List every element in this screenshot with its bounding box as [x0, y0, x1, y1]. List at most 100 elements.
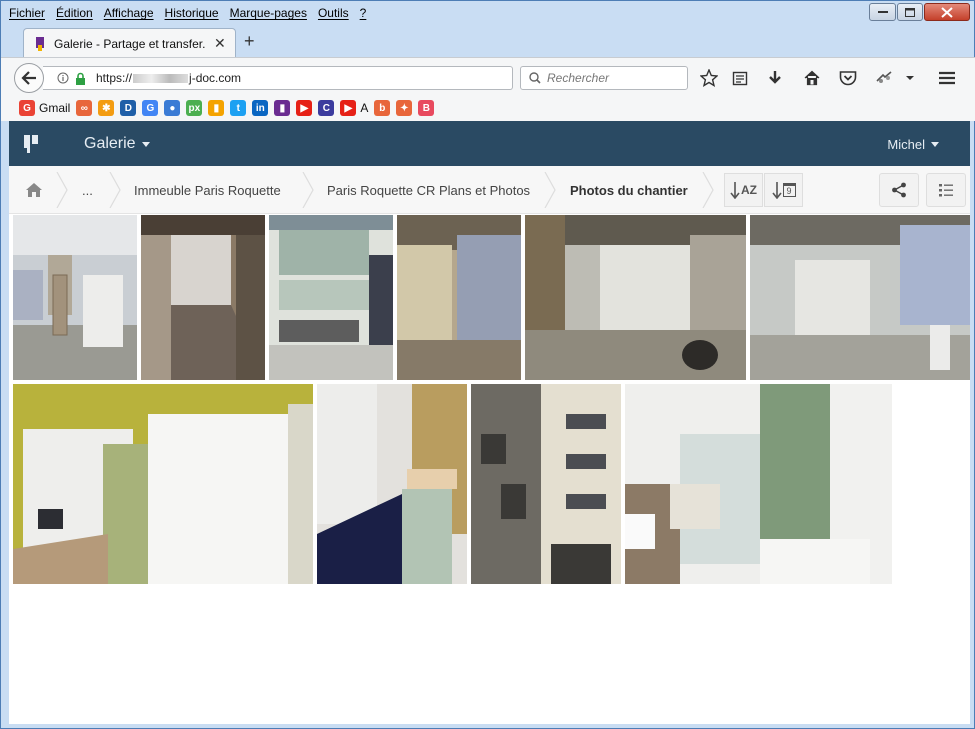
chevron-down-icon[interactable] — [900, 68, 920, 88]
pocket-icon[interactable] — [838, 68, 858, 88]
sort-alpha-button[interactable]: AZ — [724, 173, 763, 207]
download-icon[interactable] — [765, 68, 785, 88]
breadcrumb-separator — [702, 172, 714, 208]
new-tab-icon[interactable]: + — [244, 31, 255, 52]
browser-window: Fichier Édition Affichage Historique Mar… — [0, 0, 975, 729]
sort-date-button[interactable]: 9 — [764, 173, 803, 207]
url-bar[interactable]: https://j-doc.com — [43, 66, 543, 90]
bookmark-item[interactable]: ▮ — [274, 100, 291, 116]
google-icon: G — [19, 100, 35, 116]
jdoc-icon: ▮ — [274, 100, 291, 116]
user-dropdown[interactable]: Michel — [887, 137, 939, 152]
bookmark-label: Gmail — [39, 101, 71, 115]
hamburger-menu-icon[interactable] — [937, 68, 957, 88]
bookmark-item[interactable]: B — [418, 100, 435, 116]
tab-close-icon[interactable]: ✕ — [214, 35, 226, 52]
bookmark-item[interactable]: D — [120, 100, 137, 116]
menu-aide[interactable]: ? — [360, 6, 367, 20]
web-page: Galerie Michel ... Immeuble Paris Roquet… — [9, 121, 970, 724]
breadcrumb-item-plans[interactable]: Paris Roquette CR Plans et Photos — [327, 166, 530, 214]
menu-marque-pages[interactable]: Marque-pages — [230, 6, 307, 20]
share-button[interactable] — [879, 173, 919, 207]
home-icon[interactable] — [802, 68, 822, 88]
photo-thumbnail[interactable] — [397, 215, 521, 380]
breadcrumb-separator — [109, 172, 121, 208]
list-view-icon — [939, 184, 953, 197]
menu-historique[interactable]: Historique — [165, 6, 219, 20]
bookmark-item[interactable]: G Gmail — [19, 100, 70, 116]
bookmark-item[interactable]: ▶ A — [340, 100, 368, 116]
menu-affichage[interactable]: Affichage — [104, 6, 154, 20]
bookmark-item[interactable]: C — [318, 100, 335, 116]
bookmark-item[interactable]: ▮ — [208, 100, 225, 116]
lock-icon — [76, 72, 85, 85]
menu-edition[interactable]: Édition — [56, 6, 93, 20]
bookmark-item[interactable]: px — [186, 100, 203, 116]
google-icon: G — [142, 100, 159, 116]
search-icon — [529, 72, 541, 84]
minimize-button[interactable] — [869, 3, 896, 21]
breadcrumb-separator — [544, 172, 556, 208]
photo-thumbnail[interactable] — [750, 215, 970, 380]
photo-thumbnail[interactable] — [141, 215, 265, 380]
gallery-dropdown[interactable]: Galerie — [84, 135, 150, 153]
star-bookmark-icon[interactable] — [699, 68, 719, 88]
url-text[interactable]: https://j-doc.com — [96, 71, 241, 85]
bookmark-item[interactable]: ✦ — [396, 100, 413, 116]
fox-icon: ✦ — [396, 100, 413, 116]
photo-thumbnail[interactable] — [625, 384, 892, 584]
bookmark-item[interactable]: G — [142, 100, 159, 116]
back-arrow-icon — [21, 71, 36, 85]
bookmark-item[interactable]: ● — [164, 100, 181, 116]
menu-fichier[interactable]: Fichier — [9, 6, 45, 20]
bookmark-item[interactable]: ▶ — [296, 100, 313, 116]
photo-thumbnail[interactable] — [317, 384, 467, 584]
photo-thumbnail[interactable] — [13, 384, 313, 584]
caret-down-icon — [141, 141, 150, 147]
bookmark-item[interactable]: t — [230, 100, 247, 116]
maximize-icon — [905, 7, 915, 17]
maximize-button[interactable] — [897, 3, 923, 21]
bookmark-item[interactable]: ✱ — [98, 100, 115, 116]
sort-alpha-label: AZ — [741, 183, 757, 197]
extension-icon[interactable] — [874, 68, 894, 88]
close-window-button[interactable] — [924, 3, 970, 21]
search-input[interactable]: Rechercher — [520, 66, 688, 90]
minimize-icon — [877, 11, 888, 13]
bookmark-item[interactable]: in — [252, 100, 269, 116]
d-icon: D — [120, 100, 137, 116]
caret-down-icon — [931, 142, 939, 147]
gallery-label: Galerie — [84, 135, 136, 152]
reading-list-icon[interactable] — [730, 68, 750, 88]
linkedin-icon: in — [252, 100, 269, 116]
app-logo-icon[interactable] — [23, 134, 39, 154]
tab-strip: Galerie - Partage et transfer... ✕ + — [1, 25, 975, 58]
photo-thumbnail[interactable] — [525, 215, 746, 380]
joomla-icon: ✱ — [98, 100, 115, 116]
breadcrumb-current: Photos du chantier — [570, 182, 688, 198]
back-button[interactable] — [14, 63, 44, 93]
b-icon: b — [374, 100, 391, 116]
breadcrumb-home[interactable] — [25, 166, 43, 214]
user-label: Michel — [887, 137, 925, 152]
info-icon[interactable] — [57, 72, 69, 84]
photo-thumbnail[interactable] — [471, 384, 621, 584]
c-icon: C — [318, 100, 335, 116]
app-header: Galerie Michel — [9, 121, 970, 166]
bookmark-b-icon: B — [418, 100, 435, 116]
globe-icon: ● — [164, 100, 181, 116]
breadcrumb-item-immeuble[interactable]: Immeuble Paris Roquette — [134, 166, 281, 214]
bookmark-item[interactable]: ∞ — [76, 100, 93, 116]
sort-arrow-icon — [730, 182, 740, 199]
home-icon — [26, 183, 42, 197]
tab-galerie[interactable]: Galerie - Partage et transfer... ✕ — [23, 28, 236, 58]
menu-outils[interactable]: Outils — [318, 6, 349, 20]
list-view-button[interactable] — [926, 173, 966, 207]
bookmark-item[interactable]: b — [374, 100, 391, 116]
photo-thumbnail[interactable] — [269, 215, 393, 380]
photo-thumbnail[interactable] — [13, 215, 137, 380]
breadcrumb-ellipsis[interactable]: ... — [82, 166, 93, 214]
breadcrumb: ... Immeuble Paris Roquette Paris Roquet… — [9, 166, 970, 214]
youtube-icon: ▶ — [296, 100, 313, 116]
jdoc-favicon-icon — [36, 36, 44, 51]
